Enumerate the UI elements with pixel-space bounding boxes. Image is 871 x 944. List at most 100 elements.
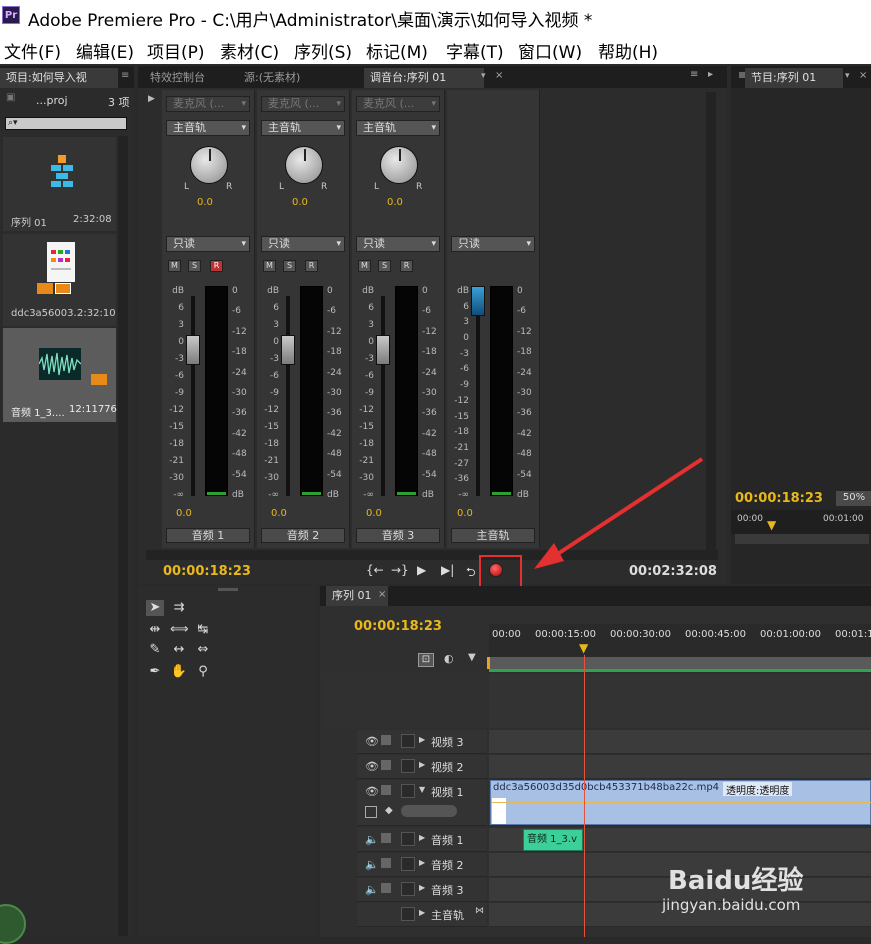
collapse-icon[interactable]: ▼ [419, 785, 425, 794]
automation-mode-dropdown[interactable]: 只读 ▾ [166, 236, 250, 252]
slide-tool-icon[interactable]: ⇔ [194, 642, 212, 658]
marker-icon[interactable]: ▼ [468, 652, 476, 663]
record-enable-button[interactable]: R [210, 260, 223, 272]
expand-icon[interactable]: ▶ [419, 735, 425, 744]
tab-project[interactable]: 项目:如何导入视 [0, 68, 118, 88]
expand-icon[interactable]: ▶ [419, 858, 425, 867]
track-header-video-1[interactable]: 👁 ▼ 视频 1 ◆ [357, 780, 487, 826]
mute-button[interactable]: M [358, 260, 371, 272]
speaker-icon[interactable]: 🔈 [365, 883, 379, 896]
work-area-start-handle[interactable] [487, 657, 490, 669]
ripple-edit-tool-icon[interactable]: ⇹ [146, 622, 164, 638]
keyframe-navigator[interactable] [401, 805, 457, 817]
volume-fader[interactable] [186, 335, 200, 365]
menu-title[interactable]: 字幕(T) [446, 38, 504, 63]
mute-button[interactable]: M [263, 260, 276, 272]
lock-toggle[interactable] [401, 759, 415, 773]
video-clip[interactable]: ddc3a56003d35d0bcb453371b48ba22c.mp4 透明度… [490, 780, 871, 825]
route-dropdown[interactable]: 主音轨 ▾ [356, 120, 440, 136]
playhead-line[interactable] [584, 655, 585, 937]
menu-window[interactable]: 窗口(W) [518, 38, 582, 63]
eye-icon[interactable]: 👁 [365, 760, 379, 773]
track-header-audio-2[interactable]: 🔈 ▶ 音频 2 [357, 853, 487, 877]
expand-icon[interactable]: ▶ [419, 760, 425, 769]
razor-tool-icon[interactable]: ✎ [146, 642, 164, 658]
track-output-icon[interactable] [381, 883, 391, 893]
go-to-in-icon[interactable]: {← [366, 563, 384, 577]
expand-icon[interactable]: ▶ [419, 908, 425, 917]
go-to-out-icon[interactable]: →} [391, 563, 409, 577]
menu-help[interactable]: 帮助(H) [598, 38, 658, 63]
display-style-icon[interactable] [365, 806, 377, 818]
project-item[interactable]: 序列 01 2:32:08 [3, 137, 116, 231]
record-enable-button[interactable]: R [400, 260, 413, 272]
lock-toggle[interactable] [401, 907, 415, 921]
mixer-current-timecode[interactable]: 00:00:18:23 [163, 564, 251, 579]
master-volume-fader[interactable] [471, 286, 485, 316]
lock-toggle[interactable] [401, 784, 415, 798]
eye-icon[interactable]: 👁 [365, 785, 379, 798]
panel-menu-icon[interactable]: ≡ [121, 70, 129, 81]
project-item[interactable]: ddc3a56003... 2:32:10 [3, 234, 116, 326]
close-icon[interactable]: × [495, 70, 503, 81]
input-dropdown[interactable]: 麦克风 (... ▾ [166, 96, 250, 112]
route-dropdown[interactable]: 主音轨 ▾ [166, 120, 250, 136]
track-output-icon[interactable] [381, 833, 391, 843]
snap-icon[interactable]: ⊡ [418, 653, 434, 667]
volume-fader[interactable] [281, 335, 295, 365]
track-header-video-2[interactable]: 👁 ▶ 视频 2 [357, 755, 487, 779]
program-scrollbar[interactable] [735, 534, 869, 544]
track-lane-video-3[interactable] [489, 730, 871, 754]
search-input[interactable]: ⌕▾ [5, 117, 127, 130]
play-in-to-out-icon[interactable]: ▶| [441, 563, 454, 577]
automation-mode-dropdown[interactable]: 只读 ▾ [261, 236, 345, 252]
panel-menu-icon[interactable]: ≡ [690, 69, 698, 80]
track-header-audio-3[interactable]: 🔈 ▶ 音频 3 [357, 878, 487, 902]
close-icon[interactable]: × [378, 589, 386, 600]
pan-knob[interactable] [190, 146, 228, 184]
menu-sequence[interactable]: 序列(S) [294, 38, 352, 63]
close-icon[interactable]: × [859, 70, 867, 81]
automation-mode-dropdown[interactable]: 只读 ▾ [451, 236, 535, 252]
record-enable-button[interactable]: R [305, 260, 318, 272]
audio-clip[interactable]: 音频 1_3.v [523, 829, 583, 851]
solo-button[interactable]: S [283, 260, 296, 272]
tab-audio-mixer[interactable]: 调音台:序列 01 [364, 68, 484, 88]
menu-clip[interactable]: 素材(C) [220, 38, 279, 63]
pan-knob[interactable] [380, 146, 418, 184]
menu-marker[interactable]: 标记(M) [366, 38, 428, 63]
track-header-video-3[interactable]: 👁 ▶ 视频 3 [357, 730, 487, 754]
playhead-icon[interactable]: ▼ [767, 518, 776, 532]
loop-icon[interactable]: ⮌ [466, 563, 476, 584]
speaker-icon[interactable]: 🔈 [365, 858, 379, 871]
volume-value[interactable]: 0.0 [366, 508, 382, 519]
lock-toggle[interactable] [401, 734, 415, 748]
tab-program[interactable]: 节目:序列 01 [745, 68, 843, 88]
mute-button[interactable]: M [168, 260, 181, 272]
speaker-icon[interactable]: 🔈 [365, 833, 379, 846]
chevron-down-icon[interactable]: ▾ [845, 71, 850, 81]
pan-value[interactable]: 0.0 [197, 197, 213, 208]
master-volume-value[interactable]: 0.0 [457, 508, 473, 519]
pan-value[interactable]: 0.0 [387, 197, 403, 208]
timeline-timecode[interactable]: 00:00:18:23 [354, 619, 442, 634]
panel-scroll-icon[interactable]: ▸ [708, 69, 713, 80]
project-scrollbar[interactable] [118, 136, 128, 936]
track-header-audio-1[interactable]: 🔈 ▶ 音频 1 [357, 828, 487, 852]
set-marker-icon[interactable]: ◐ [444, 652, 454, 665]
lock-toggle[interactable] [401, 832, 415, 846]
track-select-tool-icon[interactable]: ⇉ [170, 600, 188, 616]
keyframe-icon[interactable]: ◆ [385, 805, 393, 816]
lock-toggle[interactable] [401, 882, 415, 896]
track-lane-video-2[interactable] [489, 755, 871, 779]
project-item-selected[interactable]: 音频 1_3.... 12:11776 [3, 328, 117, 422]
volume-value[interactable]: 0.0 [271, 508, 287, 519]
zoom-dropdown[interactable]: 50% [836, 491, 871, 506]
track-output-icon[interactable] [381, 760, 391, 770]
rate-stretch-tool-icon[interactable]: ↹ [194, 622, 212, 638]
rolling-edit-tool-icon[interactable]: ⟺ [170, 622, 189, 638]
track-output-icon[interactable] [381, 735, 391, 745]
pan-value[interactable]: 0.0 [292, 197, 308, 208]
menu-file[interactable]: 文件(F) [4, 38, 61, 63]
volume-value[interactable]: 0.0 [176, 508, 192, 519]
